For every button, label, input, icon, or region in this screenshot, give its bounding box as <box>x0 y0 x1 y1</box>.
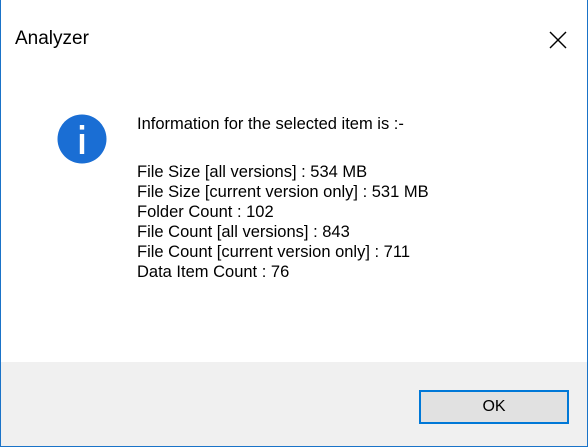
info-line-file-size-current: File Size [current version only] : 531 M… <box>137 183 429 201</box>
window-title: Analyzer <box>15 28 89 49</box>
close-button[interactable] <box>529 14 587 66</box>
info-line-file-count-all: File Count [all versions] : 843 <box>137 223 350 241</box>
ok-button-label: OK <box>482 398 506 415</box>
dialog-content: Information for the selected item is :- … <box>1 80 587 362</box>
button-bar: OK <box>1 362 587 446</box>
ok-button[interactable]: OK <box>419 390 569 424</box>
message-heading: Information for the selected item is :- <box>137 115 404 133</box>
info-line-data-item-count: Data Item Count : 76 <box>137 263 290 281</box>
close-icon <box>549 31 567 49</box>
info-line-file-count-current: File Count [current version only] : 711 <box>137 243 410 261</box>
message-text: Information for the selected item is :- … <box>137 114 429 282</box>
title-bar[interactable]: Analyzer <box>1 0 587 80</box>
info-line-file-size-all: File Size [all versions] : 534 MB <box>137 163 368 181</box>
dialog-window: Analyzer Information for the selected it… <box>0 0 588 447</box>
info-icon <box>57 114 107 164</box>
info-line-folder-count: Folder Count : 102 <box>137 203 274 221</box>
